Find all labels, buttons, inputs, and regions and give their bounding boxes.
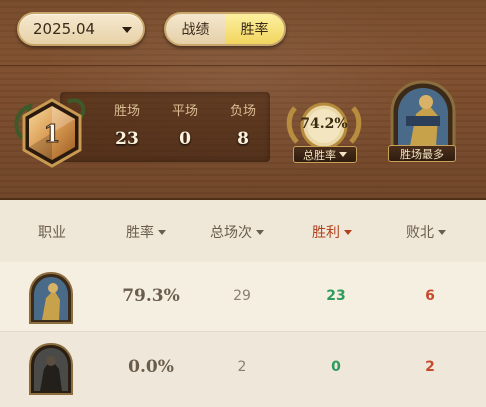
wins-stat: 胜场 23	[102, 92, 152, 149]
win-rate-label: 总胜率	[303, 148, 336, 162]
tab-win-rate[interactable]: 胜率	[225, 14, 284, 44]
win-rate-value: 74.2%	[300, 116, 348, 132]
row-total: 2	[237, 359, 247, 375]
header-wins-label: 胜利	[312, 225, 340, 241]
month-select[interactable]: 2025.04	[17, 12, 145, 46]
row-losses: 2	[425, 359, 435, 375]
header-win-rate-label: 胜率	[126, 225, 154, 241]
draws-stat: 平场 0	[160, 92, 210, 149]
row-losses: 6	[425, 288, 435, 304]
sort-wins[interactable]: 胜利	[312, 222, 352, 242]
month-select-value: 2025.04	[33, 20, 96, 38]
table-row[interactable]: 0.0% 2 0 2	[0, 333, 486, 407]
sort-win-rate[interactable]: 胜率	[126, 222, 166, 242]
losses-value: 8	[237, 129, 249, 149]
losses-stat: 负场 8	[218, 92, 268, 149]
header-panel: 2025.04 战绩 胜率 胜场 23 平场 0 负场 8 1 74.2% 总胜…	[0, 0, 486, 200]
caret-down-icon	[158, 229, 166, 235]
header-class: 职业	[38, 222, 66, 242]
draws-label: 平场	[171, 104, 198, 119]
row-wins: 0	[331, 359, 341, 375]
losses-label: 负场	[229, 104, 256, 119]
row-win-rate: 0.0%	[128, 357, 174, 377]
rank-number: 1	[44, 119, 61, 148]
caret-down-icon	[438, 229, 446, 235]
draws-value: 0	[179, 129, 191, 149]
gold-hero-portrait-icon	[29, 272, 73, 324]
rank-hexagon-icon: 1	[14, 98, 86, 168]
view-toggle: 战绩 胜率	[164, 12, 286, 46]
sort-total[interactable]: 总场次	[210, 222, 264, 242]
sort-losses[interactable]: 败北	[406, 222, 446, 242]
header-total-label: 总场次	[210, 225, 252, 241]
top-bar: 2025.04 战绩 胜率	[0, 0, 486, 66]
most-wins-hero[interactable]: 胜场最多	[382, 80, 464, 172]
table-header: 职业 胜率 总场次 胜利 败北	[0, 200, 486, 262]
wins-label: 胜场	[113, 104, 140, 119]
most-wins-label: 胜场最多	[388, 145, 456, 162]
caret-down-icon	[339, 152, 347, 157]
caret-down-icon	[344, 229, 352, 235]
caret-down-icon	[256, 229, 264, 235]
tab-record[interactable]: 战绩	[166, 14, 225, 44]
overall-win-rate[interactable]: 74.2% 总胜率	[283, 102, 365, 168]
chevron-down-icon	[122, 27, 132, 33]
row-wins: 23	[326, 288, 346, 304]
row-win-rate: 79.3%	[122, 286, 180, 306]
wins-value: 23	[115, 129, 139, 149]
rank-badge: 1	[8, 88, 94, 178]
table-row[interactable]: 79.3% 29 23 6	[0, 262, 486, 332]
win-rate-tag: 总胜率	[293, 146, 357, 163]
header-losses-label: 败北	[406, 225, 434, 241]
row-total: 29	[233, 288, 251, 304]
header-class-label: 职业	[38, 225, 66, 241]
dark-hero-portrait-icon	[29, 343, 73, 395]
